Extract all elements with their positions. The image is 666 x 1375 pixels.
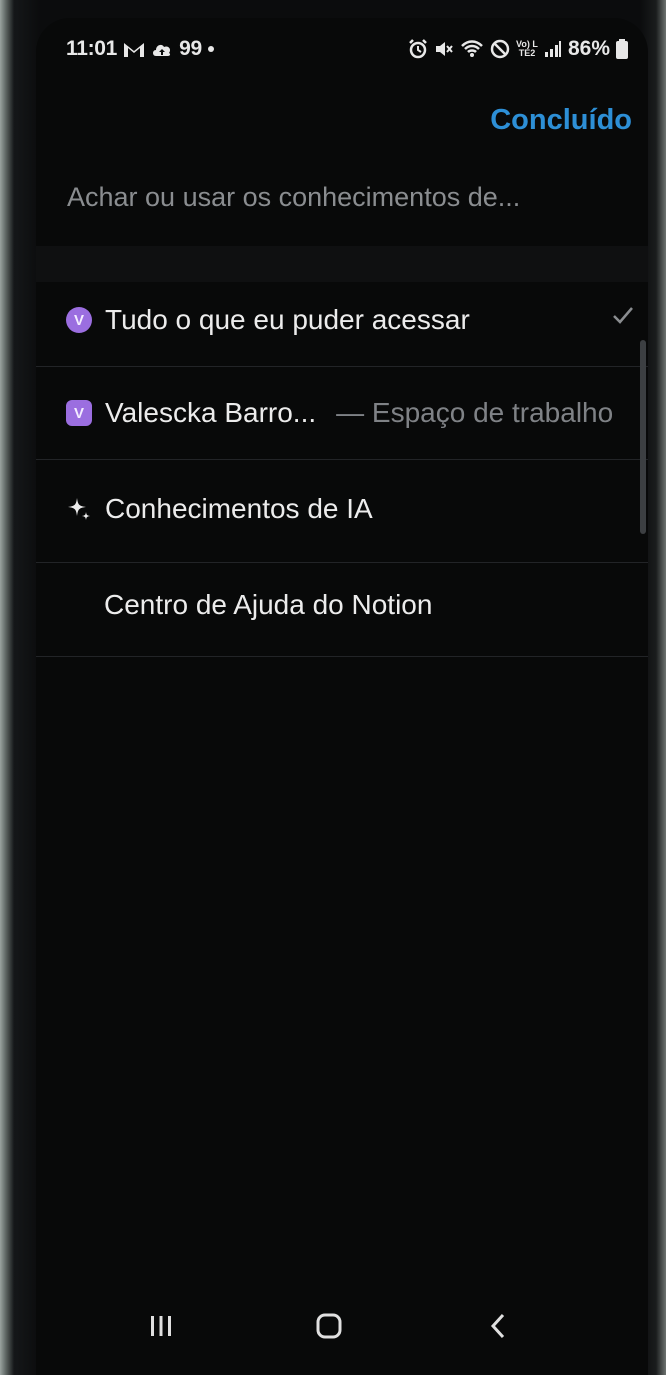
option-workspace[interactable]: V Valescka Barro... — Espaço de trabalho: [36, 367, 648, 459]
option-label: Valescka Barro...: [105, 397, 317, 428]
search-input[interactable]: Achar ou usar os conhecimentos de...: [67, 182, 627, 213]
navigation-bar: [36, 1285, 648, 1375]
option-label: Centro de Ajuda do Notion: [104, 589, 433, 620]
recents-icon: [148, 1314, 174, 1343]
option-label: Conhecimentos de IA: [105, 493, 373, 524]
status-right: Vo) LTE2 86%: [408, 37, 628, 61]
scrollbar[interactable]: [640, 340, 646, 534]
divider: [36, 459, 648, 460]
option-ai-knowledge[interactable]: Conhecimentos de IA: [36, 463, 648, 555]
option-secondary-label: — Espaço de trabalho: [336, 397, 614, 428]
volte-icon: Vo) LTE2: [516, 38, 538, 60]
cloud-upload-icon: [151, 38, 173, 60]
recents-button[interactable]: [136, 1303, 186, 1353]
checkmark-icon: [612, 304, 634, 326]
back-button[interactable]: [473, 1303, 523, 1353]
device-frame: 11:01 99 Vo) LTE2 86% Concluído Achar ou…: [0, 0, 666, 1375]
divider: [36, 656, 648, 657]
gmail-icon: [123, 38, 145, 60]
home-icon: [315, 1312, 343, 1345]
option-notion-help-center[interactable]: Centro de Ajuda do Notion: [36, 559, 648, 651]
badge-letter: V: [66, 307, 92, 333]
status-left: 11:01 99: [66, 37, 214, 61]
notification-count: 99: [179, 37, 202, 60]
notification-dot-icon: [207, 46, 214, 52]
done-button[interactable]: Concluído: [490, 104, 632, 137]
option-all-accessible[interactable]: V Tudo o que eu puder acessar: [36, 274, 648, 366]
alarm-icon: [408, 38, 428, 60]
back-icon: [487, 1312, 509, 1345]
volte-label: Vo) LTE2: [516, 39, 538, 58]
home-button[interactable]: [304, 1303, 354, 1353]
screen: 11:01 99 Vo) LTE2 86% Concluído Achar ou…: [36, 18, 648, 1375]
sparkle-icon: [65, 495, 93, 523]
option-label: Tudo o que eu puder acessar: [105, 304, 470, 335]
wifi-icon: [460, 38, 484, 60]
mute-icon: [434, 38, 454, 60]
workspace-badge-icon: V: [65, 399, 93, 427]
do-not-disturb-icon: [490, 38, 510, 60]
badge-letter: V: [66, 400, 92, 426]
signal-icon: [544, 38, 562, 60]
workspace-badge-icon: V: [65, 306, 93, 334]
status-time: 11:01: [66, 37, 118, 60]
status-bar: 11:01 99 Vo) LTE2 86%: [36, 18, 648, 78]
battery-icon: [616, 38, 628, 60]
battery-percent: 86%: [567, 37, 610, 60]
